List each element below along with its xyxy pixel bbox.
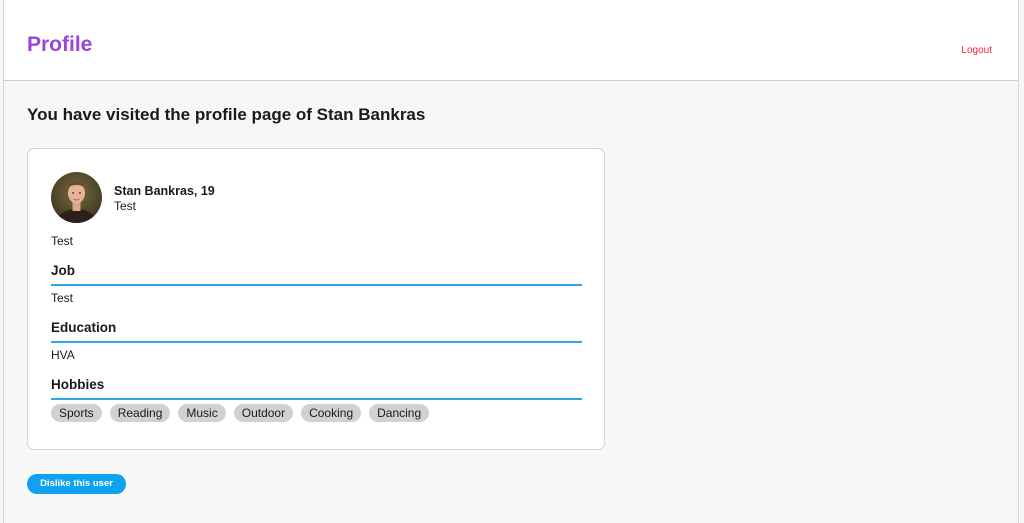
hobbies-heading: Hobbies bbox=[51, 377, 582, 400]
page-title: Profile bbox=[27, 33, 93, 56]
logout-link[interactable]: Logout bbox=[961, 45, 992, 56]
avatar bbox=[51, 172, 102, 223]
hobby-tag: Sports bbox=[51, 404, 102, 422]
education-value: HVA bbox=[51, 348, 75, 362]
hobby-tag: Music bbox=[178, 404, 226, 422]
profile-name-age: Stan Bankras, 19 bbox=[114, 184, 215, 198]
job-value: Test bbox=[51, 291, 74, 305]
hobby-tag: Outdoor bbox=[233, 404, 294, 422]
visit-heading: You have visited the profile page of Sta… bbox=[27, 105, 426, 124]
hobby-tag: Cooking bbox=[301, 404, 362, 422]
profile-subtitle: Test bbox=[114, 199, 137, 213]
profile-bio: Test bbox=[51, 234, 74, 248]
education-heading: Education bbox=[51, 320, 582, 343]
hobby-tag: Reading bbox=[109, 404, 171, 422]
dislike-user-button[interactable]: Dislike this user bbox=[27, 474, 126, 494]
profile-card: Stan Bankras, 19 Test Test Job Test Educ… bbox=[27, 148, 605, 450]
app-header: Profile Logout bbox=[4, 0, 1018, 81]
job-heading: Job bbox=[51, 263, 582, 286]
hobby-tag-list: Sports Reading Music Outdoor Cooking Dan… bbox=[51, 404, 430, 422]
user-photo-icon bbox=[51, 172, 102, 223]
hobby-tag: Dancing bbox=[369, 404, 430, 422]
